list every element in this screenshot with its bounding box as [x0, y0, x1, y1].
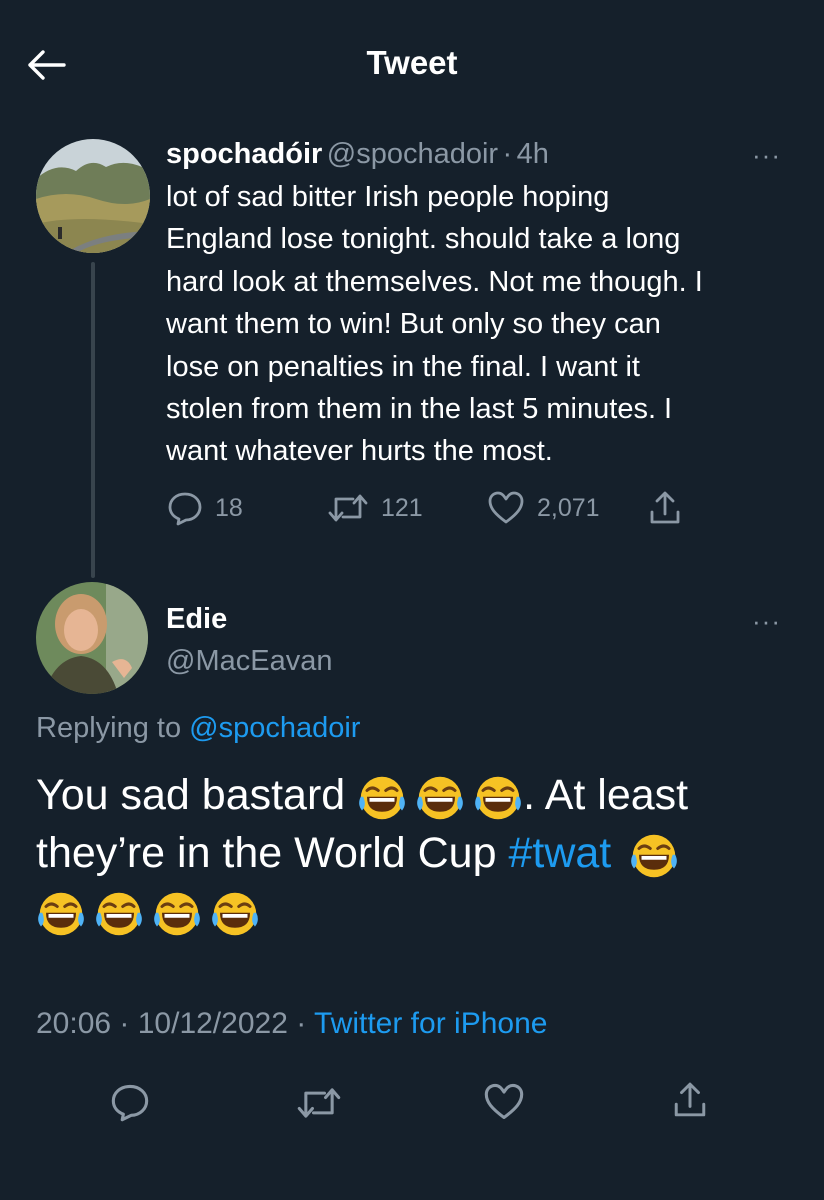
tweet-time: 4h: [516, 138, 549, 170]
landscape-photo-icon: [36, 139, 150, 253]
laughing-emoji-icon: [415, 773, 465, 823]
tweet-line: want them to win! But only so they can: [166, 308, 661, 341]
retweet-count: 121: [381, 493, 423, 522]
share-button[interactable]: [648, 490, 682, 526]
reply-button[interactable]: [110, 1082, 150, 1122]
laughing-emoji-icon: [210, 889, 260, 939]
page-title: Tweet: [366, 44, 458, 81]
reply-text-part: they’re in the World Cup: [36, 829, 497, 877]
thread-connector-line: [91, 262, 95, 578]
tweet-header: spochadóir @spochadoir · 4h: [166, 138, 549, 171]
display-name[interactable]: Edie: [166, 603, 227, 636]
laughing-emoji-icon: [152, 889, 202, 939]
retweet-icon: [328, 494, 368, 522]
reply-count: 18: [215, 493, 243, 522]
tweet-line: stolen from them in the last 5 minutes. …: [166, 393, 673, 426]
reply-text-part: You sad bastard: [36, 771, 346, 819]
replying-to: Replying to @spochadoir: [36, 712, 360, 745]
retweet-icon: [297, 1088, 341, 1118]
more-options-icon[interactable]: ···: [752, 606, 781, 637]
reply-text-part: . At least: [523, 771, 689, 819]
avatar-spochadoir[interactable]: [36, 139, 150, 253]
display-name[interactable]: spochadóir: [166, 138, 322, 170]
tweet-line: lot of sad bitter Irish people hoping: [166, 181, 610, 213]
hashtag-link[interactable]: #twat: [508, 829, 611, 877]
share-icon: [674, 1082, 706, 1117]
share-button[interactable]: [672, 1080, 708, 1120]
heart-icon: [484, 1083, 524, 1120]
user-handle[interactable]: @spochadoir: [327, 138, 498, 170]
laughing-emoji-icon: [36, 889, 86, 939]
laughing-emoji-icon: [629, 831, 679, 881]
tweet-line: lose on penalties in the final. I want i…: [166, 350, 640, 383]
more-options-icon[interactable]: ···: [752, 140, 781, 171]
like-count: 2,071: [537, 493, 600, 522]
tweet-meta: 20:06 · 10/12/2022 · Twitter for iPhone: [36, 1007, 547, 1041]
replying-prefix: Replying to: [36, 712, 190, 744]
replying-handle-link[interactable]: @spochadoir: [189, 712, 360, 744]
reply-icon: [168, 492, 202, 526]
reply-icon: [111, 1084, 149, 1122]
laughing-emoji-icon: [357, 773, 407, 823]
tweet-timestamp: 20:06 · 10/12/2022 ·: [36, 1007, 314, 1040]
separator-dot: ·: [502, 138, 513, 170]
share-icon: [650, 491, 680, 524]
reply-text: You sad bastard . At least they’re in th…: [36, 766, 796, 940]
tweet-line: want whatever hurts the most.: [166, 435, 553, 468]
portrait-photo-icon: [36, 582, 148, 694]
retweet-button[interactable]: [296, 1083, 342, 1123]
reply-button[interactable]: 18: [167, 490, 243, 526]
tweet-source-link[interactable]: Twitter for iPhone: [314, 1007, 547, 1040]
avatar-edie[interactable]: [36, 582, 148, 694]
retweet-button[interactable]: 121: [327, 490, 423, 526]
laughing-emoji-icon: [473, 773, 523, 823]
tweet-line: hard look at themselves. Not me though. …: [166, 265, 703, 298]
tweet-line: England lose tonight. should take a long: [166, 223, 681, 256]
like-button[interactable]: [483, 1082, 525, 1122]
heart-icon: [488, 491, 524, 524]
like-button[interactable]: 2,071: [487, 490, 600, 526]
laughing-emoji-icon: [94, 889, 144, 939]
tweet-text: lot of sad bitter Irish people hoping En…: [166, 176, 703, 473]
user-handle[interactable]: @MacEavan: [166, 645, 332, 678]
